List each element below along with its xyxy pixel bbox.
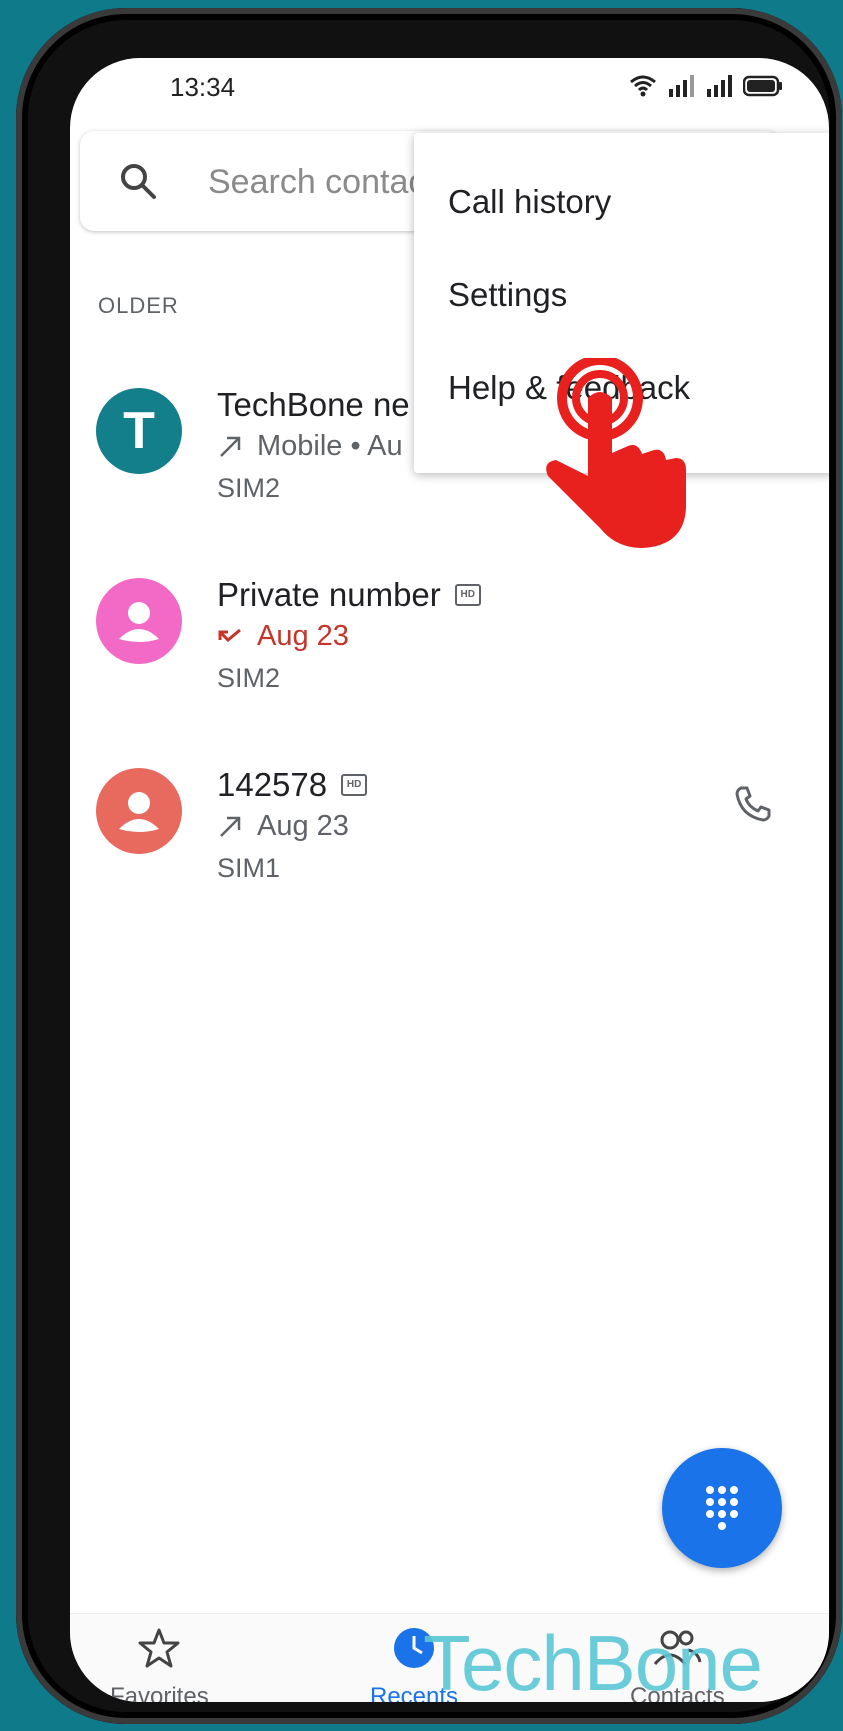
signal-icon [669,75,694,97]
contact-name: 142578 HD [217,766,368,804]
avatar: T [96,388,182,474]
tap-hand-icon [546,358,686,548]
dialpad-icon [706,1486,738,1530]
outgoing-call-icon [220,436,241,457]
sim-label: SIM2 [217,473,281,503]
avatar [96,768,182,854]
phone-call-icon[interactable] [731,782,775,826]
person-icon [119,602,159,642]
phone-frame: 13:34 Search contac OLDER T TechBone ne … [16,8,842,1724]
person-icon [119,792,159,832]
call-detail-text: Mobile • Au [257,430,403,462]
dialpad-button[interactable] [662,1448,782,1568]
sim-label: SIM1 [217,853,281,883]
avatar-letter: T [123,402,155,460]
nav-favorites[interactable]: Favorites [110,1626,209,1702]
star-icon [138,1628,180,1668]
wifi-icon [630,75,656,97]
section-header: OLDER [98,293,179,318]
nav-label: Favorites [110,1683,209,1702]
watermark: TechBone [423,1619,763,1702]
contact-name-text: 142578 [217,766,328,803]
battery-icon [743,75,782,97]
contact-name: Private number HD [217,576,481,614]
avatar [96,578,182,664]
hd-call-icon: HD [454,584,481,606]
status-icons [629,74,783,98]
call-row[interactable]: 142578 HD Aug 23 SIM1 [70,766,829,938]
call-detail: Mobile • Au [217,430,403,463]
signal-icon [707,75,732,97]
outgoing-call-icon [220,816,241,837]
contact-name-text: Private number [217,576,441,613]
status-time: 13:34 [170,72,236,102]
call-row[interactable]: Private number HD Aug 23 SIM2 [70,576,829,748]
call-detail: Aug 23 [217,810,349,843]
search-icon [121,164,156,199]
call-detail-text: Aug 23 [257,620,349,652]
call-detail-text: Aug 23 [257,810,349,842]
missed-call-icon [218,628,241,642]
contact-name: TechBone ne [217,386,410,424]
menu-item-call-history[interactable]: Call history [448,183,611,221]
menu-item-settings[interactable]: Settings [448,276,567,314]
search-input[interactable]: Search contac [208,163,425,202]
phone-screen: 13:34 Search contac OLDER T TechBone ne … [70,58,829,1702]
sim-label: SIM2 [217,663,281,693]
call-detail: Aug 23 [217,620,349,653]
hd-call-icon: HD [341,774,368,796]
contact-name-text: TechBone ne [217,386,410,423]
